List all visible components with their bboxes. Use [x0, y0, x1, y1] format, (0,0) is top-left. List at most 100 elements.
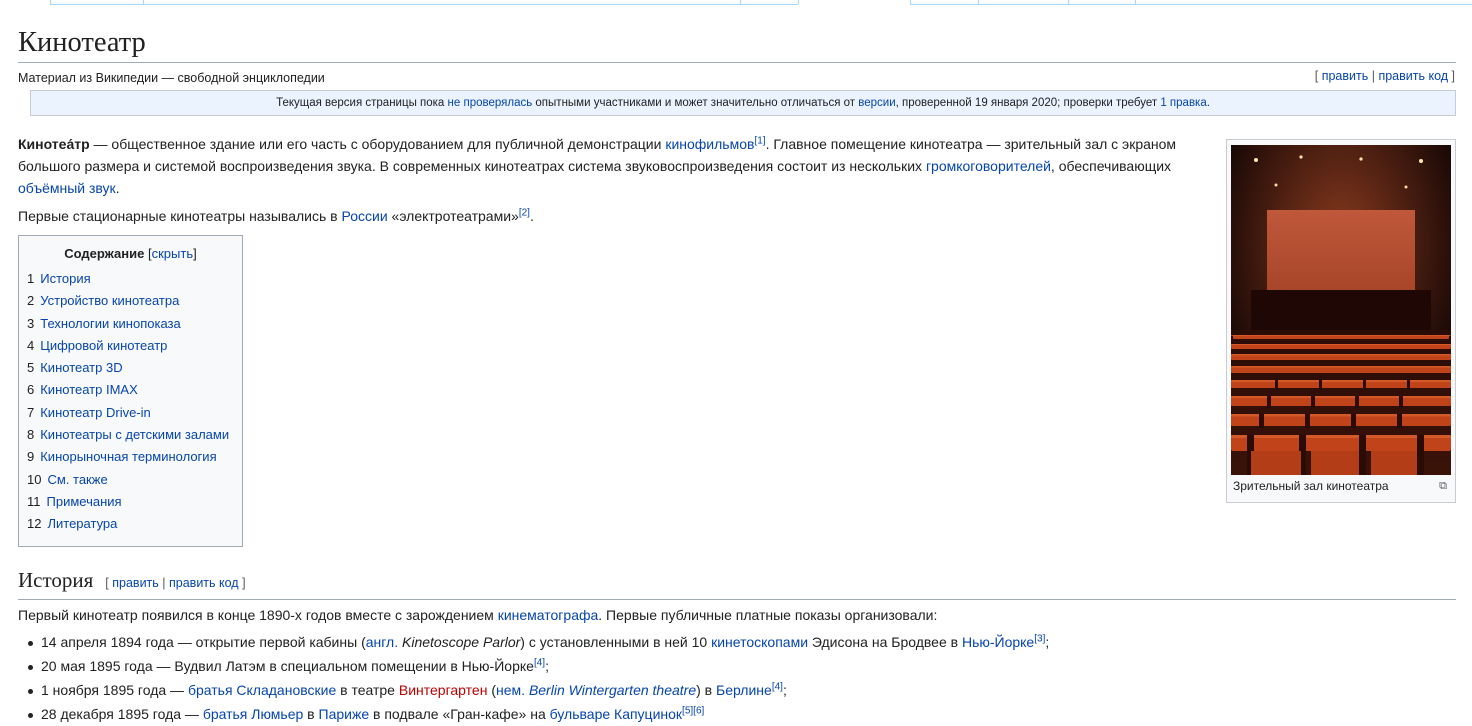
- berlin-link[interactable]: Берлине: [716, 682, 772, 698]
- site-subtitle: Материал из Википедии — свободной энцикл…: [18, 71, 325, 85]
- toc-number: 11: [27, 493, 41, 509]
- page-tabs: [0, 0, 1472, 5]
- toc-item[interactable]: 2 Устройство кинотеатра: [27, 290, 242, 312]
- english-link[interactable]: англ.: [366, 634, 398, 650]
- capucines-link[interactable]: бульваре Капуцинок: [550, 706, 682, 722]
- toc-number: 12: [27, 516, 42, 532]
- text: в подвале «Гран-кафе» на: [369, 706, 550, 722]
- toc-item[interactable]: 7 Кинотеатр Drive-in: [27, 402, 242, 424]
- toc-number: 8: [27, 427, 35, 443]
- text: ) в: [696, 682, 717, 698]
- surround-sound-link[interactable]: объёмный звук: [18, 180, 116, 196]
- reference-link[interactable]: [4]: [534, 657, 545, 668]
- table-of-contents: Содержание [скрыть] 1 История 2 Устройство…: [18, 235, 243, 547]
- section-title: История: [18, 568, 94, 592]
- reference-link[interactable]: [3]: [1034, 633, 1045, 644]
- tab-separator: [1135, 0, 1136, 4]
- pending-edits-link[interactable]: 1 правка: [1160, 97, 1206, 109]
- cinema-hall-image[interactable]: [1231, 145, 1451, 475]
- text: ;: [1045, 634, 1050, 650]
- cinema-hall-picture: [1231, 145, 1451, 475]
- section-edit-link[interactable]: править: [112, 576, 159, 590]
- toc-link[interactable]: Устройство кинотеатра: [40, 293, 179, 308]
- kinetoscope-link[interactable]: кинетоскопами: [711, 634, 808, 650]
- toc-link[interactable]: Кинотеатр IMAX: [40, 382, 138, 397]
- toc-link[interactable]: Кинотеатры с детскими залами: [40, 427, 229, 442]
- text: ) с установленными в ней 10: [520, 634, 712, 650]
- paris-link[interactable]: Париже: [319, 706, 370, 722]
- german-link[interactable]: нем.: [496, 682, 525, 698]
- left-tab-bar[interactable]: [50, 0, 798, 5]
- toc-link[interactable]: Литература: [47, 516, 117, 531]
- toc-item[interactable]: 1 История: [27, 268, 242, 290]
- toc-link[interactable]: Технологии кинопоказа: [40, 316, 181, 331]
- toc-number: 1: [27, 271, 35, 286]
- new-york-link[interactable]: Нью-Йорке: [962, 634, 1034, 650]
- reference-link[interactable]: [4]: [772, 681, 783, 692]
- toc-title-row: Содержание [скрыть]: [19, 246, 242, 261]
- toc-link[interactable]: Кинотеатр Drive-in: [40, 405, 151, 420]
- version-link[interactable]: версии: [858, 97, 895, 109]
- review-text: Текущая версия страницы пока: [276, 97, 448, 109]
- unreviewed-link[interactable]: не проверялась: [448, 97, 533, 109]
- toc-number: 4: [27, 337, 35, 353]
- text: , обеспечивающих: [1050, 158, 1172, 174]
- text: Первые стационарные кинотеатры называлис…: [18, 208, 342, 224]
- toc-title: Содержание: [64, 246, 145, 261]
- toc-item[interactable]: 9 Кинорыночная терминология: [27, 446, 242, 468]
- text: «электротеатрами»: [387, 208, 519, 224]
- toc-list: 1 История 2 Устройство кинотеатра 3 Техноло…: [27, 268, 242, 536]
- toc-item[interactable]: 11 Примечания: [27, 491, 242, 513]
- tab-separator: [978, 0, 979, 4]
- text: ;: [782, 682, 787, 698]
- section-edit-links: [ править | править код ]: [105, 576, 246, 590]
- text: 14 апреля 1894 года — открытие первой ка…: [41, 634, 366, 650]
- toc-number: 6: [27, 382, 35, 398]
- page-edit-links: [ править | править код ]: [1314, 69, 1455, 83]
- toc-link[interactable]: Примечания: [47, 494, 122, 509]
- text: Первый кинотеатр появился в конце 1890-х…: [18, 607, 498, 623]
- loudspeakers-link[interactable]: громкоговорителей: [926, 158, 1051, 174]
- toc-item[interactable]: 10 См. также: [27, 469, 242, 491]
- films-link[interactable]: кинофильмов: [665, 136, 754, 152]
- section-edit-code-link[interactable]: править код: [169, 576, 239, 590]
- article-term: Кинотеа́тр: [18, 136, 90, 152]
- toc-link[interactable]: История: [40, 271, 90, 286]
- toc-item[interactable]: 4 Цифровой кинотеатр: [27, 335, 242, 357]
- toc-link[interactable]: Кинотеатр 3D: [40, 360, 122, 375]
- toc-link[interactable]: Цифровой кинотеатр: [40, 338, 167, 353]
- enlarge-icon[interactable]: ⧉: [1439, 480, 1447, 493]
- skladanowsky-link[interactable]: братья Складановские: [188, 682, 336, 698]
- text: 20 мая 1895 года — Вудвил Латэм в специа…: [41, 658, 534, 674]
- section-heading-history: История [ править | править код ]: [18, 566, 1456, 600]
- right-tab-bar[interactable]: [910, 0, 1472, 5]
- toc-number: 7: [27, 404, 35, 420]
- reference-link[interactable]: [1]: [754, 135, 765, 146]
- toc-link[interactable]: См. также: [47, 472, 107, 487]
- lumiere-link[interactable]: братья Люмьер: [203, 706, 303, 722]
- tab-separator: [50, 0, 51, 4]
- text: .: [529, 208, 534, 224]
- toc-number: 10: [27, 471, 42, 487]
- edit-code-link[interactable]: править код: [1378, 69, 1448, 83]
- toc-item[interactable]: 3 Технологии кинопоказа: [27, 313, 242, 335]
- toc-item[interactable]: 5 Кинотеатр 3D: [27, 357, 242, 379]
- toc-item[interactable]: 12 Литература: [27, 513, 242, 535]
- wintergarten-link[interactable]: Винтергартен: [399, 682, 488, 698]
- intro-paragraph: Кинотеа́тр — общественное здание или его…: [18, 133, 1208, 199]
- reference-link[interactable]: [2]: [519, 207, 530, 218]
- toc-link[interactable]: Кинорыночная терминология: [40, 449, 216, 464]
- edit-link[interactable]: править: [1322, 69, 1369, 83]
- history-paragraph: Первый кинотеатр появился в конце 1890-х…: [18, 604, 1456, 626]
- toc-hide-link[interactable]: скрыть: [152, 246, 194, 261]
- toc-number: 3: [27, 315, 35, 331]
- cinematography-link[interactable]: кинематографа: [498, 607, 599, 623]
- toc-item[interactable]: 8 Кинотеатры с детскими залами: [27, 424, 242, 446]
- toc-item[interactable]: 6 Кинотеатр IMAX: [27, 379, 242, 401]
- list-item: 1 ноября 1895 года — братья Складановски…: [18, 678, 1049, 702]
- foreign-term-link[interactable]: Berlin Wintergarten theatre: [529, 682, 696, 698]
- review-notice: Текущая версия страницы пока не проверял…: [30, 90, 1456, 116]
- text: в театре: [336, 682, 399, 698]
- russia-link[interactable]: России: [341, 208, 387, 224]
- text: в: [303, 706, 319, 722]
